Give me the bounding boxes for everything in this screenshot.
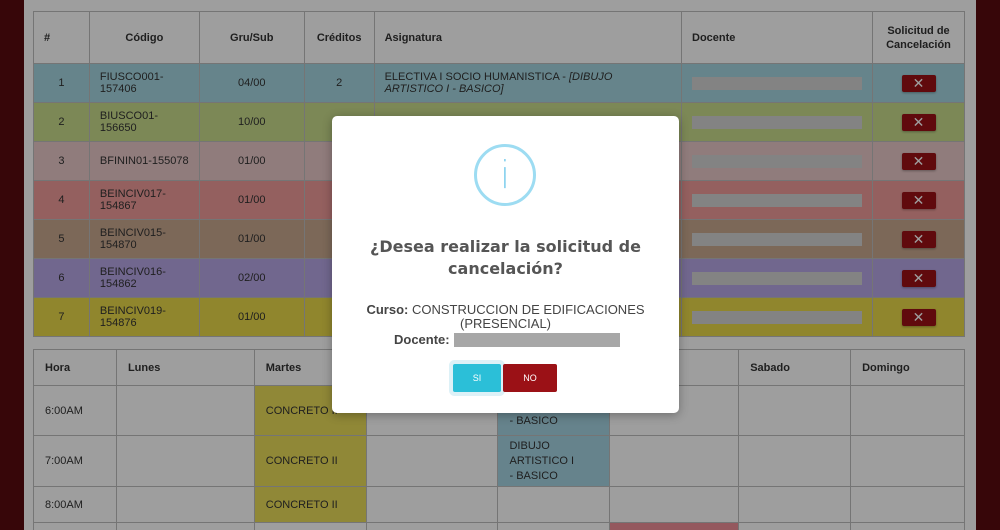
- curso-label: Curso:: [366, 302, 409, 317]
- info-icon: i: [474, 144, 536, 206]
- dialog-docente: Docente:: [394, 332, 620, 347]
- curso-value: CONSTRUCCION DE EDIFICACIONES (PRESENCIA…: [411, 302, 645, 331]
- cancel-confirm-dialog: i ¿Desea realizar la solicitud de cancel…: [332, 116, 679, 413]
- dialog-title: ¿Desea realizar la solicitud de cancelac…: [370, 237, 641, 278]
- confirm-no-button[interactable]: NO: [503, 364, 557, 392]
- docente-redacted: [453, 332, 620, 347]
- dialog-curso: Curso: CONSTRUCCION DE EDIFICACIONES (PR…: [352, 303, 659, 331]
- docente-label: Docente:: [394, 332, 450, 347]
- confirm-yes-button[interactable]: SI: [453, 364, 501, 392]
